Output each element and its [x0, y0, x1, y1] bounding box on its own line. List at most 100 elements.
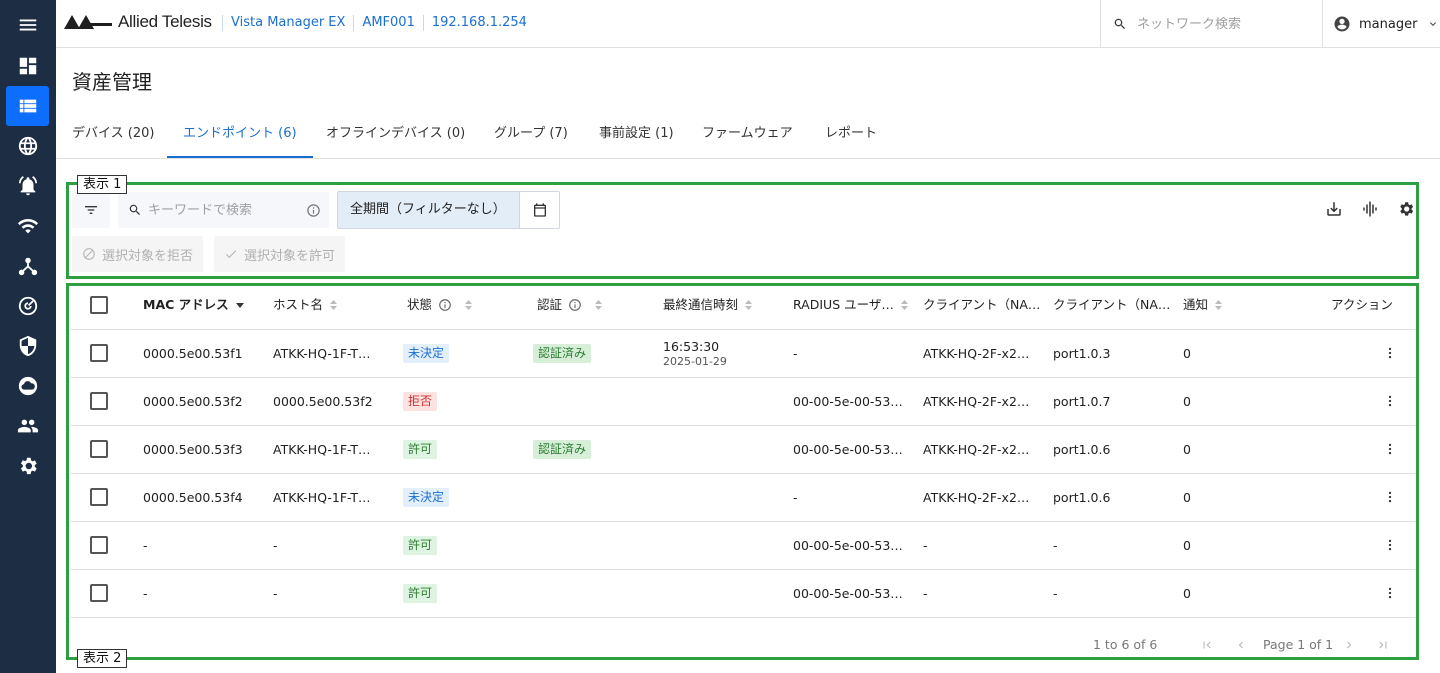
cell-host: 0000.5e00.53f2: [273, 394, 373, 409]
table-row[interactable]: - - 許可 00-00-5e-00-53… - - 0: [70, 570, 1417, 618]
users-icon[interactable]: [6, 406, 49, 446]
deny-selected-button[interactable]: 選択対象を拒否: [72, 236, 204, 272]
cell-status: 許可: [403, 426, 438, 473]
cloud-icon[interactable]: [6, 366, 49, 406]
last-page-button[interactable]: [1374, 636, 1392, 654]
asset-list-icon[interactable]: [6, 86, 49, 126]
row-actions-button[interactable]: [1382, 583, 1398, 603]
user-name: manager: [1359, 16, 1418, 32]
page-title: 資産管理: [72, 70, 152, 94]
col-notify[interactable]: 通知: [1183, 282, 1223, 328]
table-settings-button[interactable]: [1395, 198, 1417, 220]
breadcrumb-amf[interactable]: AMF001: [353, 15, 422, 31]
account-circle-icon: [1334, 16, 1350, 32]
row-checkbox[interactable]: [90, 488, 108, 506]
breadcrumb-product[interactable]: Vista Manager EX: [222, 15, 353, 31]
col-status[interactable]: 状態: [407, 282, 473, 328]
more-vert-icon: [1388, 491, 1392, 503]
col-client-name[interactable]: クライアント（NA…: [923, 282, 1040, 328]
next-page-button[interactable]: [1340, 636, 1358, 654]
dashboard-icon[interactable]: [6, 46, 49, 86]
cell-client-port: port1.0.3: [1053, 346, 1111, 361]
cell-client-port: -: [1053, 586, 1058, 601]
row-actions-button[interactable]: [1382, 487, 1398, 507]
sidebar: [0, 0, 56, 673]
select-all-checkbox[interactable]: [90, 296, 108, 314]
tab-firmware[interactable]: ファームウェア: [686, 112, 809, 158]
deny-selected-label: 選択対象を拒否: [102, 248, 194, 264]
filter-icon: [85, 206, 97, 214]
download-button[interactable]: [1323, 198, 1345, 220]
table-row[interactable]: 0000.5e00.53f3 ATKK-HQ-1F-T… 許可 認証済み 00-00-5…: [70, 426, 1417, 474]
col-actions: アクション: [1331, 282, 1393, 328]
row-checkbox[interactable]: [90, 344, 108, 362]
wifi-icon[interactable]: [6, 206, 49, 246]
menu-hamburger-icon[interactable]: [6, 5, 49, 45]
table-row[interactable]: 0000.5e00.53f2 0000.5e00.53f2 拒否 00-00-5e-0…: [70, 378, 1417, 426]
table-row[interactable]: 0000.5e00.53f1 ATKK-HQ-1F-T… 未決定 認証済み 16:53:…: [70, 330, 1417, 378]
radar-icon[interactable]: [6, 286, 49, 326]
first-page-button[interactable]: [1198, 636, 1216, 654]
tab-reports[interactable]: レポート: [809, 112, 893, 158]
col-radius-user[interactable]: RADIUS ユーザ…: [793, 282, 909, 328]
row-checkbox[interactable]: [90, 536, 108, 554]
alarm-bell-icon[interactable]: [6, 166, 49, 206]
row-checkbox[interactable]: [90, 584, 108, 602]
last-page-icon: [1379, 641, 1387, 649]
cell-mac: 0000.5e00.53f4: [143, 490, 243, 505]
row-actions-button[interactable]: [1382, 391, 1398, 411]
info-icon[interactable]: [568, 298, 582, 312]
col-host[interactable]: ホスト名: [273, 282, 338, 328]
cell-status: 拒否: [403, 378, 438, 425]
col-mac[interactable]: MAC アドレス: [143, 282, 245, 328]
download-icon: [1327, 202, 1341, 216]
breadcrumb-ip[interactable]: 192.168.1.254: [422, 15, 535, 31]
tab-devices[interactable]: デバイス (20): [56, 112, 170, 158]
search-icon: [129, 204, 140, 215]
brand-logo[interactable]: Allied Telesis: [64, 12, 212, 32]
allied-telesis-mark-icon: [64, 15, 112, 29]
topology-icon[interactable]: [6, 246, 49, 286]
row-actions-button[interactable]: [1382, 343, 1398, 363]
filter-button[interactable]: [72, 192, 110, 228]
period-filter-button[interactable]: 全期間（フィルターなし）: [338, 192, 519, 228]
col-auth[interactable]: 認証: [537, 282, 603, 328]
brand-name: Allied Telesis: [118, 12, 212, 31]
table-row[interactable]: 0000.5e00.53f4 ATKK-HQ-1F-T… 未決定 - ATKK-HQ-2…: [70, 474, 1417, 522]
breadcrumb: Vista Manager EX AMF001 192.168.1.254: [222, 15, 535, 31]
col-status-label: 状態: [407, 297, 433, 312]
col-mac-label: MAC アドレス: [143, 297, 229, 312]
calendar-button[interactable]: [519, 192, 559, 228]
tab-endpoints[interactable]: エンドポイント (6): [167, 112, 313, 158]
cell-client-port: port1.0.6: [1053, 490, 1111, 505]
network-search-input[interactable]: [1137, 16, 1307, 32]
info-icon[interactable]: [438, 298, 452, 312]
tab-presettings[interactable]: 事前設定 (1): [583, 112, 690, 158]
prev-page-button[interactable]: [1232, 636, 1250, 654]
info-icon[interactable]: [306, 203, 321, 218]
sort-icon: [465, 300, 473, 310]
sort-desc-icon: [235, 303, 244, 308]
column-density-button[interactable]: [1359, 198, 1381, 220]
col-client-port[interactable]: クライアント（NA…: [1053, 282, 1170, 328]
row-actions-button[interactable]: [1382, 535, 1398, 555]
audio-wave-icon: [1363, 201, 1377, 217]
user-menu[interactable]: manager: [1322, 0, 1440, 48]
allow-selected-button[interactable]: 選択対象を許可: [214, 236, 346, 272]
row-checkbox[interactable]: [90, 440, 108, 458]
col-actions-label: アクション: [1331, 297, 1393, 312]
auth-badge: 認証済み: [533, 440, 592, 459]
more-vert-icon: [1388, 587, 1392, 599]
row-checkbox[interactable]: [90, 392, 108, 410]
settings-gear-icon[interactable]: [6, 446, 49, 486]
cell-notify: 0: [1183, 538, 1191, 553]
globe-icon[interactable]: [6, 126, 49, 166]
tab-groups[interactable]: グループ (7): [478, 112, 584, 158]
table-row[interactable]: - - 許可 00-00-5e-00-53… - - 0: [70, 522, 1417, 570]
row-actions-button[interactable]: [1382, 439, 1398, 459]
security-shield-icon[interactable]: [6, 326, 49, 366]
col-last-seen[interactable]: 最終通信時刻: [663, 282, 753, 328]
tab-offline-devices[interactable]: オフラインデバイス (0): [310, 112, 481, 158]
keyword-search-input[interactable]: [148, 202, 298, 218]
cell-mac: -: [143, 538, 148, 553]
